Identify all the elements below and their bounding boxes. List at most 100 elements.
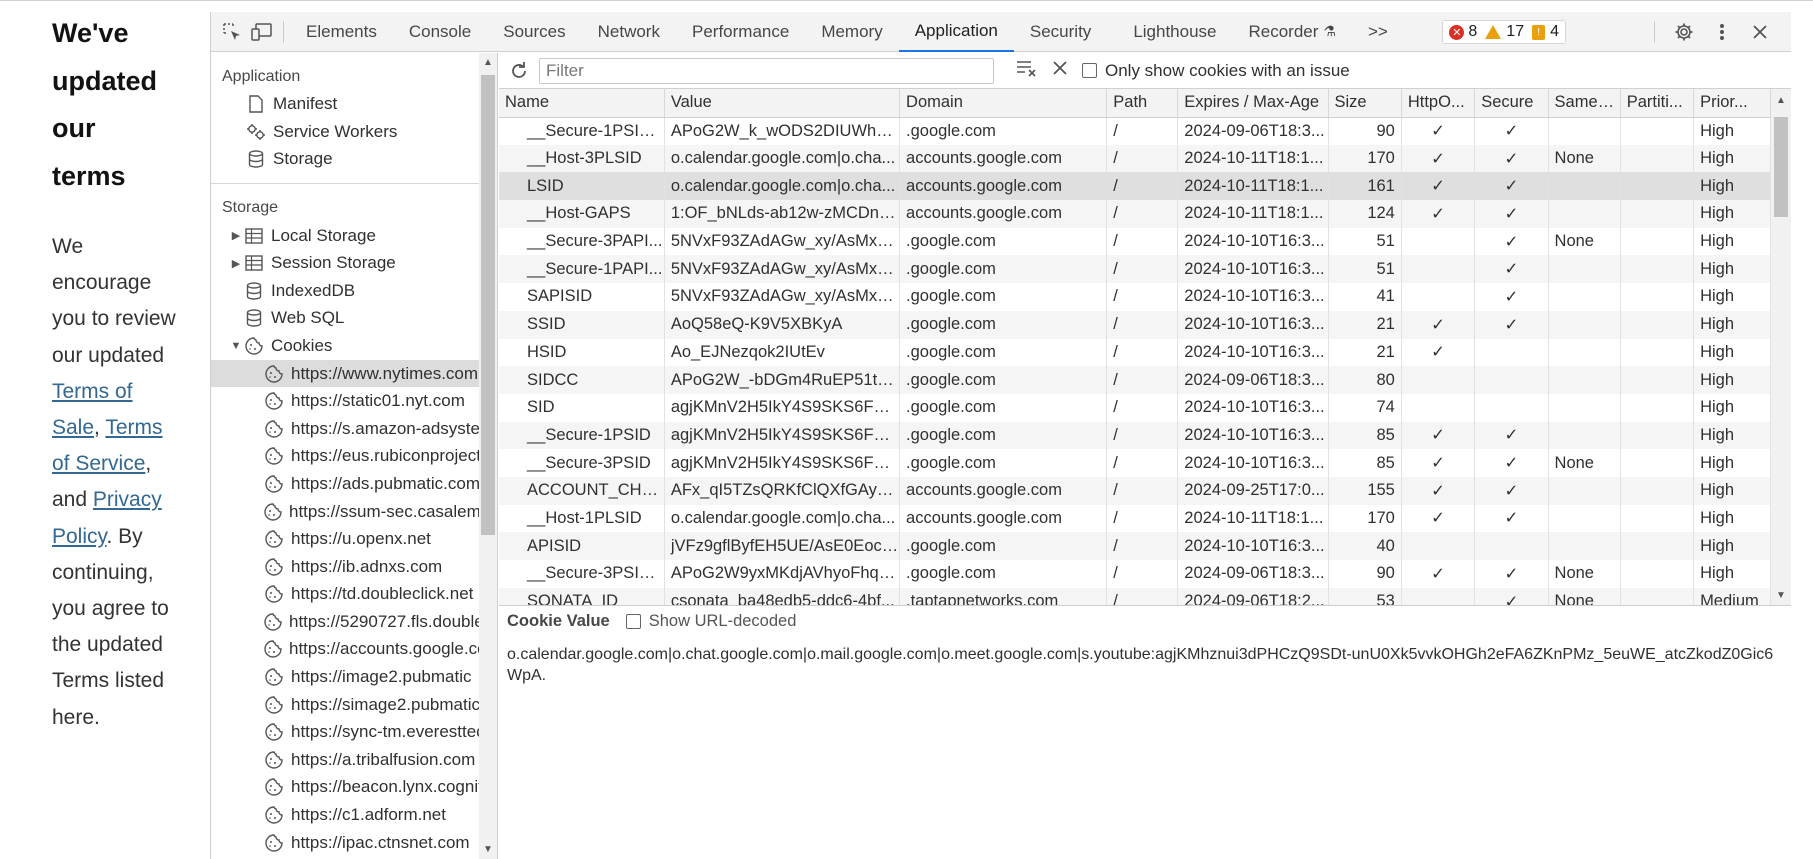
table-cell: .google.com [899,449,1108,477]
url-decode-label: Show URL-decoded [648,611,797,630]
top-border [0,0,1813,1]
collapse-arrow-icon[interactable]: ▼ [229,340,243,352]
cookie-origin-item[interactable]: https://s.amazon-adsystem [211,415,497,443]
expand-arrow-icon[interactable]: ▶ [229,229,243,242]
table-row[interactable]: __Host-GAPS 1:OF_bNLds-ab12w-zMCDn0... acc… [499,200,1771,228]
cookie-origin-item[interactable]: https://ipac.ctnsnet.com [211,829,497,857]
more-tabs-button[interactable]: >> [1352,12,1404,52]
only-issues-filter[interactable]: Only show cookies with an issue [1082,61,1350,81]
tab-sources[interactable]: Sources [487,12,581,52]
table-row[interactable]: SIDCC APoG2W_-bDGm4RuEP51tE... .google.com… [499,366,1771,394]
cookie-origin-item[interactable]: https://static01.nyt.com [211,387,497,415]
sidebar-item-manifest[interactable]: Manifest [211,91,497,119]
table-row[interactable]: __Secure-1PSID agjKMnV2H5IkY4S9SKS6FVy...… [499,421,1771,450]
scroll-up-arrow-icon[interactable]: ▲ [483,57,493,68]
close-devtools-icon[interactable] [1745,17,1775,47]
cookie-origin-item[interactable]: https://c1.adform.net [211,801,497,829]
sidebar-item-storage-overview[interactable]: Storage [211,146,497,174]
table-row[interactable]: LSID o.calendar.google.com|o.cha... accoun… [499,172,1771,201]
table-row[interactable]: APISID jVFz9gflByfEH5UE/AsE0Eoc8... .googl… [499,532,1771,560]
table-row[interactable]: __Host-1PLSID o.calendar.google.com|o.cha… [499,504,1771,533]
cookie-icon [263,502,283,522]
scroll-down-arrow-icon[interactable]: ▼ [483,844,493,855]
table-cell [1620,144,1695,173]
sidebar-item-indexeddb[interactable]: IndexedDB [211,277,497,305]
scroll-up-arrow-icon[interactable]: ▲ [1776,95,1786,106]
refresh-icon[interactable] [509,61,529,81]
cookie-origin-item[interactable]: https://accounts.google.com [211,636,497,664]
tab-security[interactable]: Security [1014,12,1107,52]
column-header[interactable]: Expires / Max-Age [1177,89,1329,118]
cookie-origin-item[interactable]: https://ssum-sec.casalemedia [211,498,497,526]
url-decode-checkbox[interactable] [625,613,641,629]
cookie-origin-item[interactable]: https://beacon.lynx.cognitiv [211,774,497,802]
tab-memory[interactable]: Memory [805,12,898,52]
table-row[interactable]: __Secure-3PSID... APoG2W9yxMKdjAVhyoFhqv.… [499,560,1771,588]
table-row[interactable]: ACCOUNT_CHO... AFx_qI5TZsQRKfClQXfGAy63..… [499,476,1771,505]
tab-network[interactable]: Network [582,12,676,52]
table-row[interactable]: __Secure-1PSID... APoG2W_k_wODS2DIUWhEs..… [499,117,1771,145]
sidebar-item-session-storage[interactable]: ▶ Session Storage [211,249,497,277]
tab-application[interactable]: Application [898,12,1014,52]
column-header[interactable]: Path [1106,89,1179,118]
clear-all-cookies-icon[interactable] [1016,59,1038,82]
cookie-origin-item[interactable]: https://eus.rubiconproject [211,443,497,471]
sidebar-item-local-storage[interactable]: ▶ Local Storage [211,222,497,250]
expand-arrow-icon[interactable]: ▶ [229,257,243,270]
table-row[interactable]: __Secure-3PAPI... 5NVxF93ZAdAGw_xy/AsMxd.… [499,227,1771,256]
more-options-icon[interactable] [1707,17,1737,47]
sidebar-item-service-workers[interactable]: Service Workers [211,118,497,146]
table-row[interactable]: __Secure-1PAPI... 5NVxF93ZAdAGw_xy/AsMxd.… [499,255,1771,284]
table-row[interactable]: SSID AoQ58eQ-K9V5XBKyA .google.com/2024-10… [499,310,1771,339]
cookie-origin-item[interactable]: https://u.openx.net [211,525,497,553]
cookie-origin-item[interactable]: https://image2.pubmatic [211,663,497,691]
warning-icon [1485,25,1502,39]
filter-input[interactable] [539,57,994,84]
table-row[interactable]: SONATA_ID csonata_ba48edb5-ddc6-4bf... .ta… [499,587,1771,605]
column-header[interactable]: Value [664,89,901,118]
table-cell: accounts.google.com [899,200,1108,228]
url-decode-toggle[interactable]: Show URL-decoded [625,611,797,631]
column-header[interactable]: Name [499,89,665,118]
table-row[interactable]: __Host-3PLSID o.calendar.google.com|o.cha… [499,144,1771,173]
tab-console[interactable]: Console [393,12,487,52]
table-cell [1620,587,1695,605]
issue-counters[interactable]: ✕ 8 17 ! 4 [1442,20,1566,44]
table-row[interactable]: SID agjKMnV2H5IkY4S9SKS6FVy... .google.com… [499,393,1771,422]
delete-selected-icon[interactable] [1052,60,1068,81]
column-header[interactable]: HttpO... [1401,89,1476,118]
table-scrollbar[interactable]: ▲ ▼ [1771,89,1791,605]
sidebar-item-cookies[interactable]: ▼ Cookies [211,332,497,360]
only-issues-checkbox[interactable] [1082,63,1097,78]
tab-elements[interactable]: Elements [290,12,393,52]
sidebar-scrollbar[interactable]: ▲ ▼ [479,53,497,859]
cookie-origin-item[interactable]: https://td.doubleclick.net [211,581,497,609]
column-header[interactable]: Partiti... [1620,89,1695,118]
column-header[interactable]: SameS... [1548,89,1621,118]
cookie-origin-item[interactable]: https://ads.pubmatic.com [211,470,497,498]
tab-lighthouse[interactable]: Lighthouse [1117,12,1232,52]
column-header[interactable]: Size [1328,89,1402,118]
cookie-origin-item[interactable]: https://ib.adnxs.com [211,553,497,581]
sidebar-scroll-thumb[interactable] [481,75,495,535]
tab-recorder[interactable]: Recorder ⚗ [1233,12,1352,52]
cookie-origin-item[interactable]: https://a.tribalfusion.com [211,746,497,774]
table-row[interactable]: __Secure-3PSID agjKMnV2H5IkY4S9SKS6FVy...… [499,449,1771,477]
column-header[interactable]: Secure [1474,89,1549,118]
column-header[interactable]: Prior... [1693,89,1771,118]
cookie-origin-item[interactable]: https://simage2.pubmatic [211,691,497,719]
cookie-value-text[interactable]: o.calendar.google.com|o.chat.google.com|… [499,636,1791,686]
cookie-origin-item[interactable]: https://sync-tm.everesttech [211,718,497,746]
column-header[interactable]: Domain [899,89,1108,118]
cookie-origin-item[interactable]: https://www.nytimes.com [211,359,497,388]
table-row[interactable]: SAPISID 5NVxF93ZAdAGw_xy/AsMxd... .google.… [499,283,1771,311]
settings-gear-icon[interactable] [1669,17,1699,47]
cookie-origin-item[interactable]: https://5290727.fls.doubleclick [211,608,497,636]
device-toolbar-icon[interactable] [247,17,277,47]
scroll-down-arrow-icon[interactable]: ▼ [1776,590,1786,601]
table-row[interactable]: HSID Ao_EJNezqok2IUtEv .google.com/2024-10… [499,338,1771,367]
table-scroll-thumb[interactable] [1774,117,1788,217]
tab-performance[interactable]: Performance [676,12,805,52]
sidebar-item-web-sql[interactable]: Web SQL [211,305,497,333]
inspect-element-icon[interactable] [217,17,247,47]
